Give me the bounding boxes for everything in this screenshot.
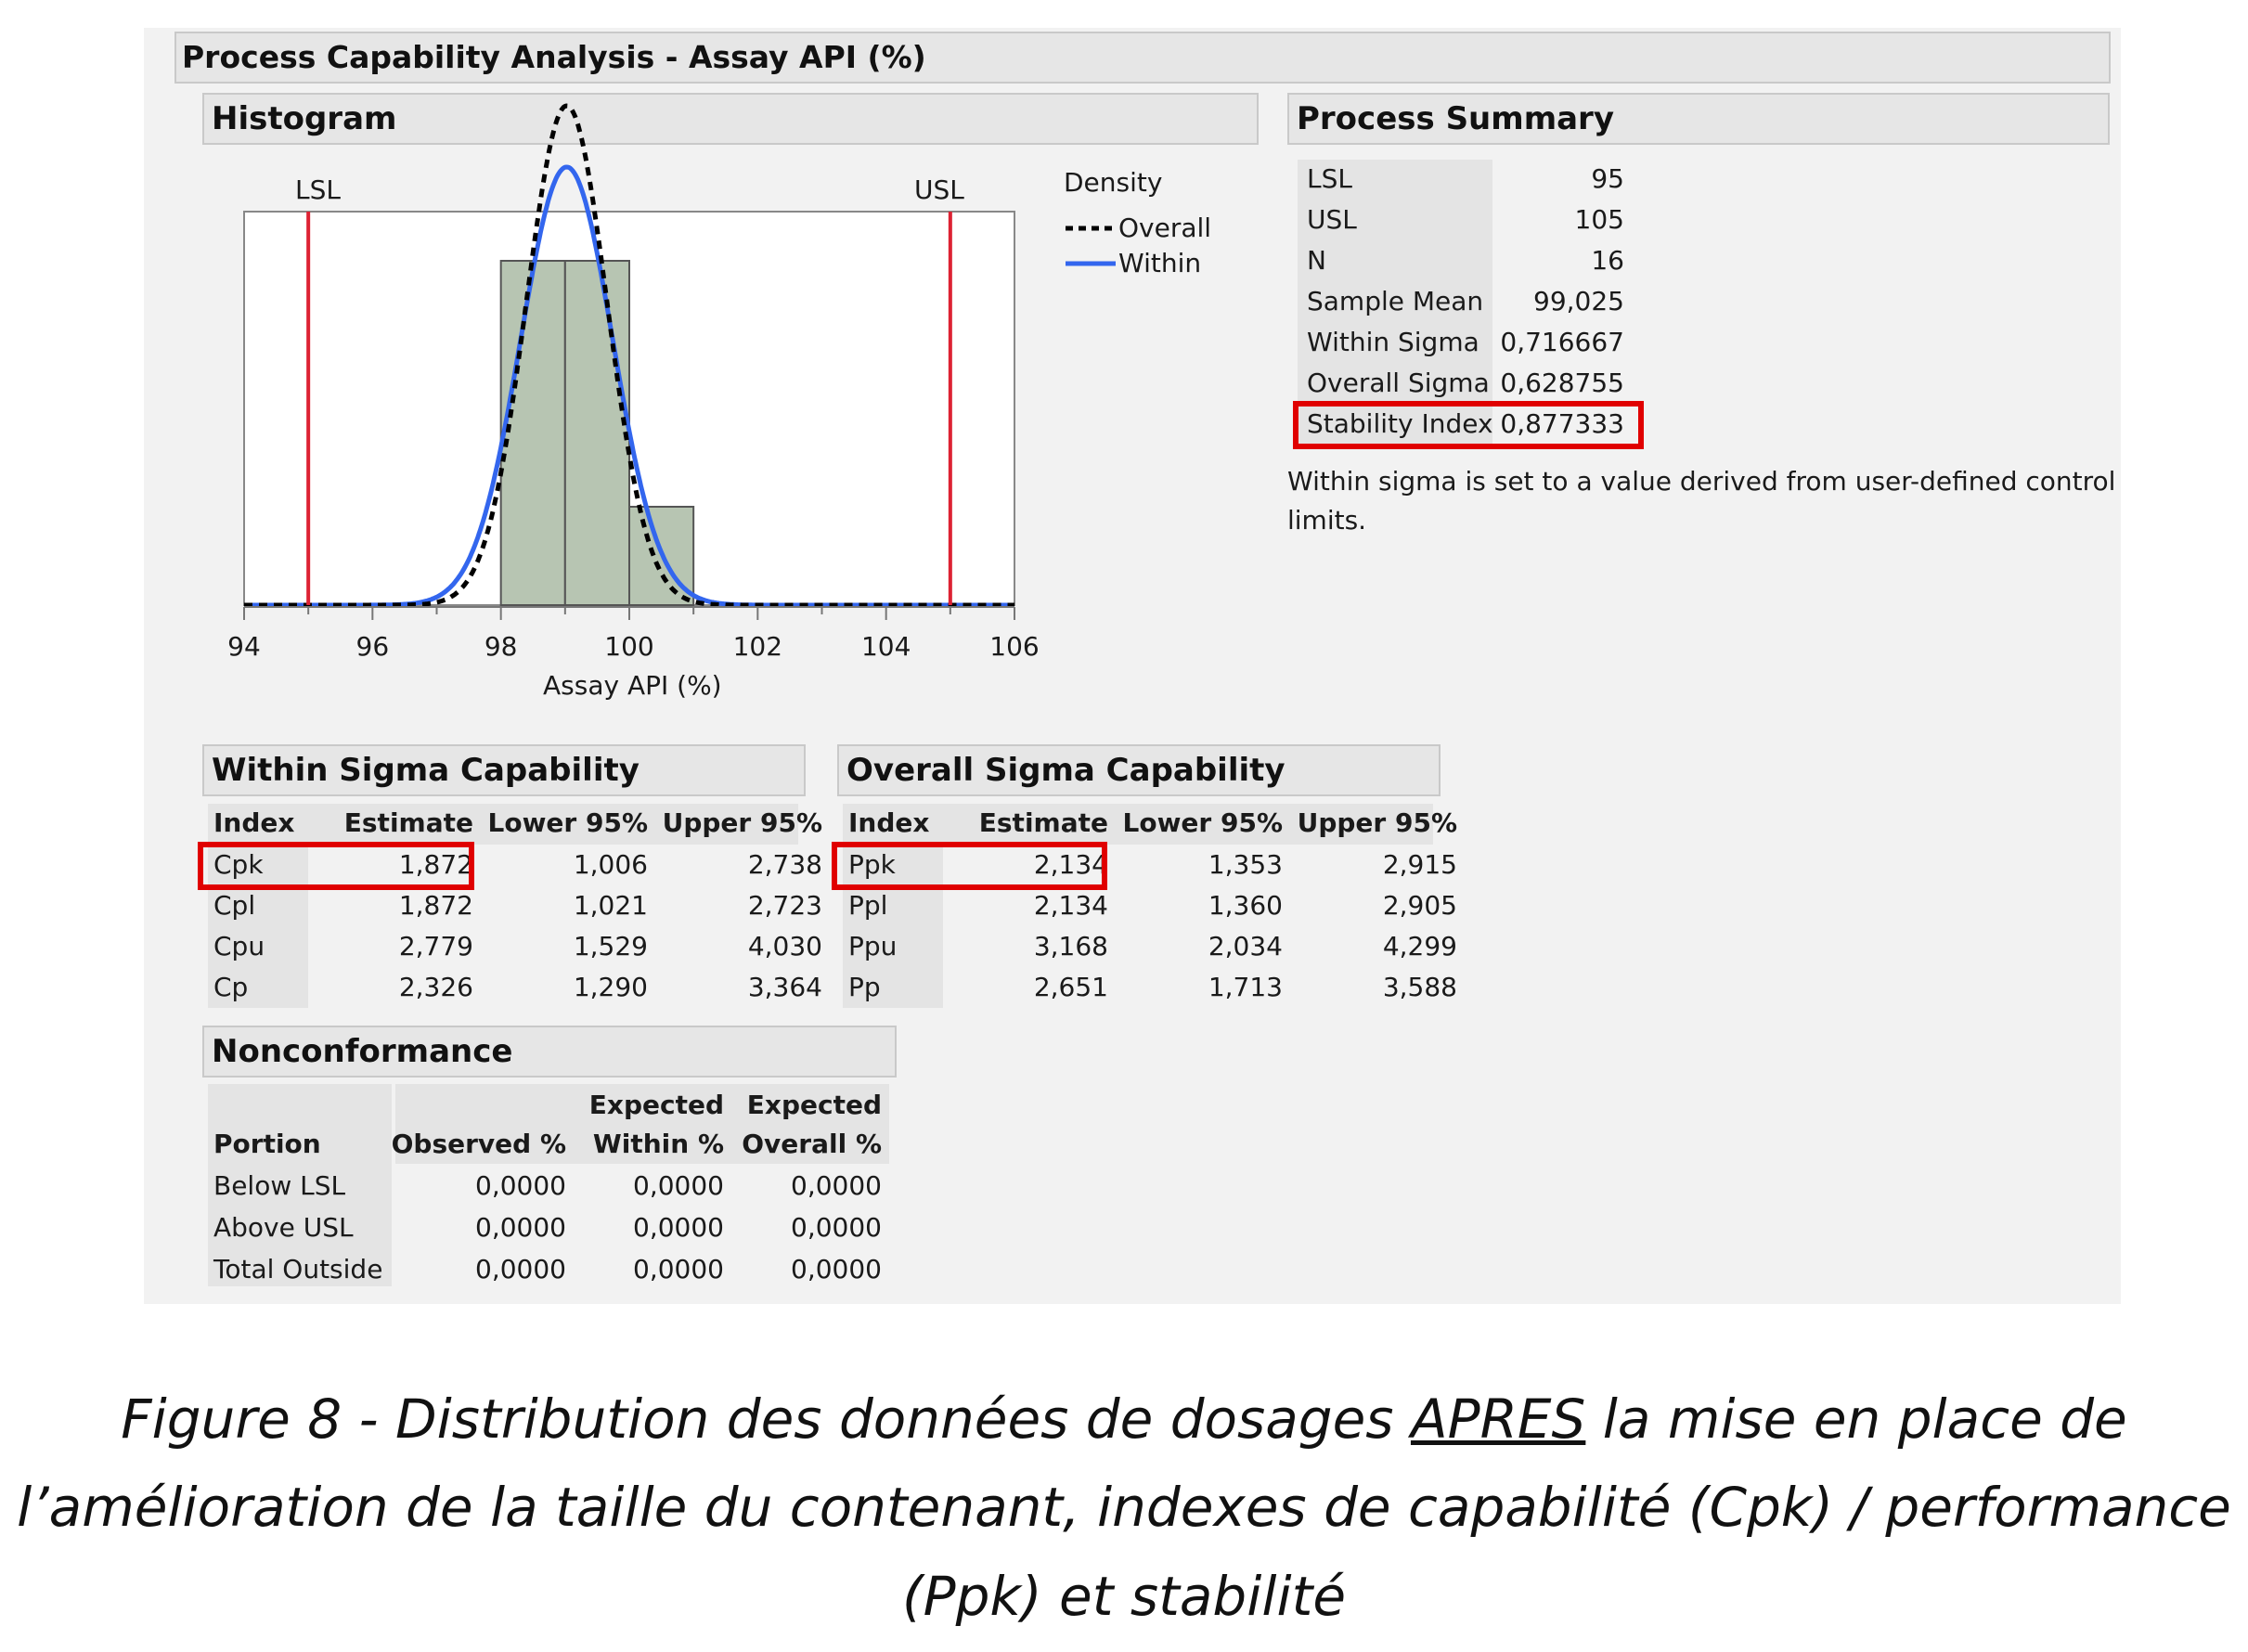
capability-index-cell: Ppl xyxy=(848,890,888,921)
caption-line-3: (Ppk) et stabilité xyxy=(901,1565,1347,1628)
capability-column-header: Upper 95% xyxy=(662,807,822,838)
capability-index-cell: Cpu xyxy=(213,931,265,962)
capability-value-cell: 3,588 xyxy=(1382,972,1457,1002)
nc-col-exp-within-2: Within % xyxy=(592,1129,724,1159)
capability-column-header: Estimate xyxy=(978,807,1108,838)
capability-value-cell: 3,364 xyxy=(747,972,822,1002)
capability-index-cell: Cpl xyxy=(213,890,256,921)
histogram-bar xyxy=(499,260,566,606)
x-tick-label: 94 xyxy=(227,631,261,662)
x-tick-label: 102 xyxy=(733,631,782,662)
nc-value-cell: 0,0000 xyxy=(475,1212,566,1243)
histogram-bar xyxy=(563,260,630,606)
nc-portion-cell: Total Outside xyxy=(213,1254,383,1284)
nc-value-cell: 0,0000 xyxy=(791,1212,882,1243)
summary-value: 95 xyxy=(1591,163,1624,194)
capability-column-header: Upper 95% xyxy=(1297,807,1457,838)
capability-value-cell: 4,030 xyxy=(747,931,822,962)
legend-within-label: Within xyxy=(1118,248,1202,278)
summary-value: 0,716667 xyxy=(1500,327,1624,357)
capability-value-cell: 1,006 xyxy=(573,849,648,880)
legend-swatches xyxy=(1066,226,1116,266)
capability-column-header: Index xyxy=(848,807,930,838)
x-tick-label: 100 xyxy=(604,631,653,662)
capability-value-cell: 2,915 xyxy=(1382,849,1457,880)
summary-label: LSL xyxy=(1307,163,1352,194)
capability-index-cell: Pp xyxy=(848,972,881,1002)
nc-value-cell: 0,0000 xyxy=(475,1170,566,1201)
process-summary-header[interactable]: Process Summary xyxy=(1287,93,2110,145)
nc-value-cell: 0,0000 xyxy=(633,1170,724,1201)
capability-value-cell: 1,713 xyxy=(1208,972,1283,1002)
capability-value-cell: 1,529 xyxy=(573,931,648,962)
nc-value-cell: 0,0000 xyxy=(791,1170,882,1201)
legend-title: Density xyxy=(1064,167,1163,198)
cpk-highlight xyxy=(198,842,474,890)
summary-label: USL xyxy=(1307,204,1357,235)
capability-value-cell: 2,034 xyxy=(1208,931,1283,962)
capability-value-cell: 2,651 xyxy=(1033,972,1108,1002)
within-sigma-header[interactable]: Within Sigma Capability xyxy=(202,744,806,796)
nonconformance-header[interactable]: Nonconformance xyxy=(202,1026,897,1078)
capability-value-cell: 1,021 xyxy=(573,890,648,921)
summary-value: 99,025 xyxy=(1533,286,1624,316)
nc-col-exp-within-1: Expected xyxy=(588,1090,724,1120)
capability-value-cell: 1,872 xyxy=(398,890,473,921)
x-tick-label: 106 xyxy=(989,631,1039,662)
x-tick-label: 98 xyxy=(484,631,518,662)
capability-value-cell: 1,353 xyxy=(1208,849,1283,880)
capability-value-cell: 2,905 xyxy=(1382,890,1457,921)
nc-col-observed: Observed % xyxy=(391,1129,566,1159)
summary-note-line1: Within sigma is set to a value derived f… xyxy=(1287,466,2116,497)
nc-value-cell: 0,0000 xyxy=(633,1254,724,1284)
nc-value-cell: 0,0000 xyxy=(791,1254,882,1284)
nc-value-cell: 0,0000 xyxy=(633,1212,724,1243)
ppk-highlight xyxy=(832,842,1107,890)
nc-col-exp-overall-2: Overall % xyxy=(742,1129,882,1159)
summary-label: Within Sigma xyxy=(1307,327,1479,357)
capability-index-cell: Cp xyxy=(213,972,249,1002)
stability-index-highlight xyxy=(1293,401,1644,449)
summary-label: Overall Sigma xyxy=(1307,368,1490,398)
nc-portion-cell: Below LSL xyxy=(213,1170,346,1201)
capability-value-cell: 4,299 xyxy=(1382,931,1457,962)
legend-overall-label: Overall xyxy=(1118,213,1212,243)
nc-value-cell: 0,0000 xyxy=(475,1254,566,1284)
nc-col-exp-overall-1: Expected xyxy=(746,1090,882,1120)
caption-line-2: l’amélioration de la taille du contenant… xyxy=(17,1476,2231,1539)
x-axis-label: Assay API (%) xyxy=(543,670,722,701)
summary-value: 16 xyxy=(1591,245,1624,276)
capability-column-header: Estimate xyxy=(343,807,473,838)
capability-value-cell: 2,723 xyxy=(747,890,822,921)
capability-column-header: Lower 95% xyxy=(1122,807,1283,838)
capability-value-cell: 3,168 xyxy=(1033,931,1108,962)
summary-value: 105 xyxy=(1574,204,1624,235)
caption-line-1: Figure 8 - Distribution des données de d… xyxy=(121,1387,2127,1451)
capability-value-cell: 2,738 xyxy=(747,849,822,880)
capability-value-cell: 2,134 xyxy=(1033,890,1108,921)
capability-column-header: Index xyxy=(213,807,295,838)
overall-sigma-header[interactable]: Overall Sigma Capability xyxy=(837,744,1441,796)
summary-note-line2: limits. xyxy=(1287,505,1367,536)
x-tick-label: 96 xyxy=(356,631,390,662)
summary-label: N xyxy=(1307,245,1326,276)
capability-value-cell: 2,779 xyxy=(398,931,473,962)
capability-column-header: Lower 95% xyxy=(487,807,648,838)
capability-index-cell: Ppu xyxy=(848,931,898,962)
capability-value-cell: 2,326 xyxy=(398,972,473,1002)
nc-col-portion: Portion xyxy=(213,1129,321,1159)
summary-value: 0,628755 xyxy=(1500,368,1624,398)
nc-portion-cell: Above USL xyxy=(213,1212,354,1243)
x-tick-label: 104 xyxy=(861,631,911,662)
capability-value-cell: 1,290 xyxy=(573,972,648,1002)
capability-value-cell: 1,360 xyxy=(1208,890,1283,921)
summary-label: Sample Mean xyxy=(1307,286,1484,316)
